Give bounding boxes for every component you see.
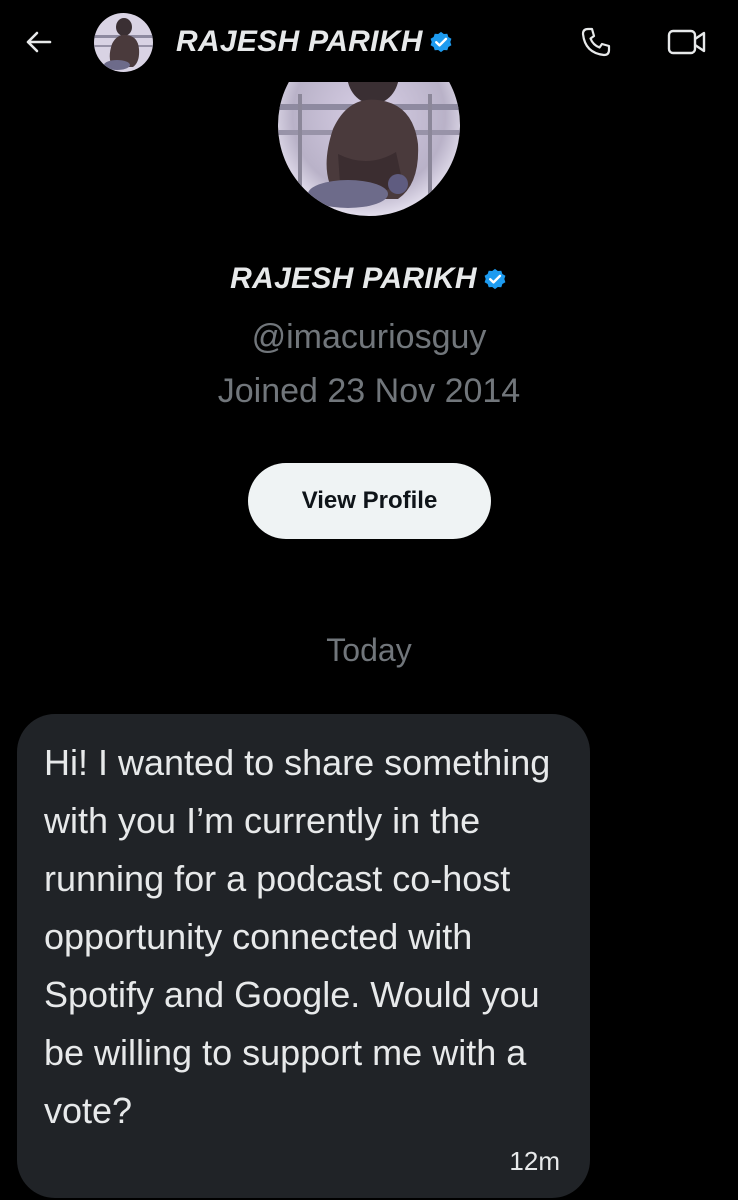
video-camera-icon: [667, 29, 706, 55]
phone-icon: [581, 27, 611, 57]
message-bubble[interactable]: Hi! I wanted to share something with you…: [17, 714, 590, 1198]
day-separator: Today: [326, 632, 412, 668]
avatar-photo: [94, 13, 153, 72]
profile-name-row: RAJESH PARIKH: [0, 262, 738, 296]
message-text: Hi! I wanted to share something with you…: [44, 742, 551, 1131]
video-call-button[interactable]: [662, 20, 712, 64]
back-button[interactable]: [16, 20, 60, 64]
profile-handle: @imacuriosguy: [251, 318, 487, 356]
message-timestamp: 12m: [509, 1146, 560, 1176]
header-avatar[interactable]: [94, 13, 153, 72]
view-profile-button[interactable]: View Profile: [248, 463, 491, 539]
header-title[interactable]: RAJESH PARIKH: [176, 22, 454, 62]
conversation-header: RAJESH PARIKH: [0, 0, 738, 82]
header-name: RAJESH PARIKH: [176, 25, 423, 58]
profile-name: RAJESH PARIKH: [230, 262, 477, 295]
verified-badge-icon: [430, 31, 452, 53]
verified-badge-icon: [484, 268, 506, 290]
profile-joined-date: Joined 23 Nov 2014: [217, 372, 521, 410]
call-button[interactable]: [574, 20, 618, 64]
arrow-left-icon: [26, 31, 52, 53]
